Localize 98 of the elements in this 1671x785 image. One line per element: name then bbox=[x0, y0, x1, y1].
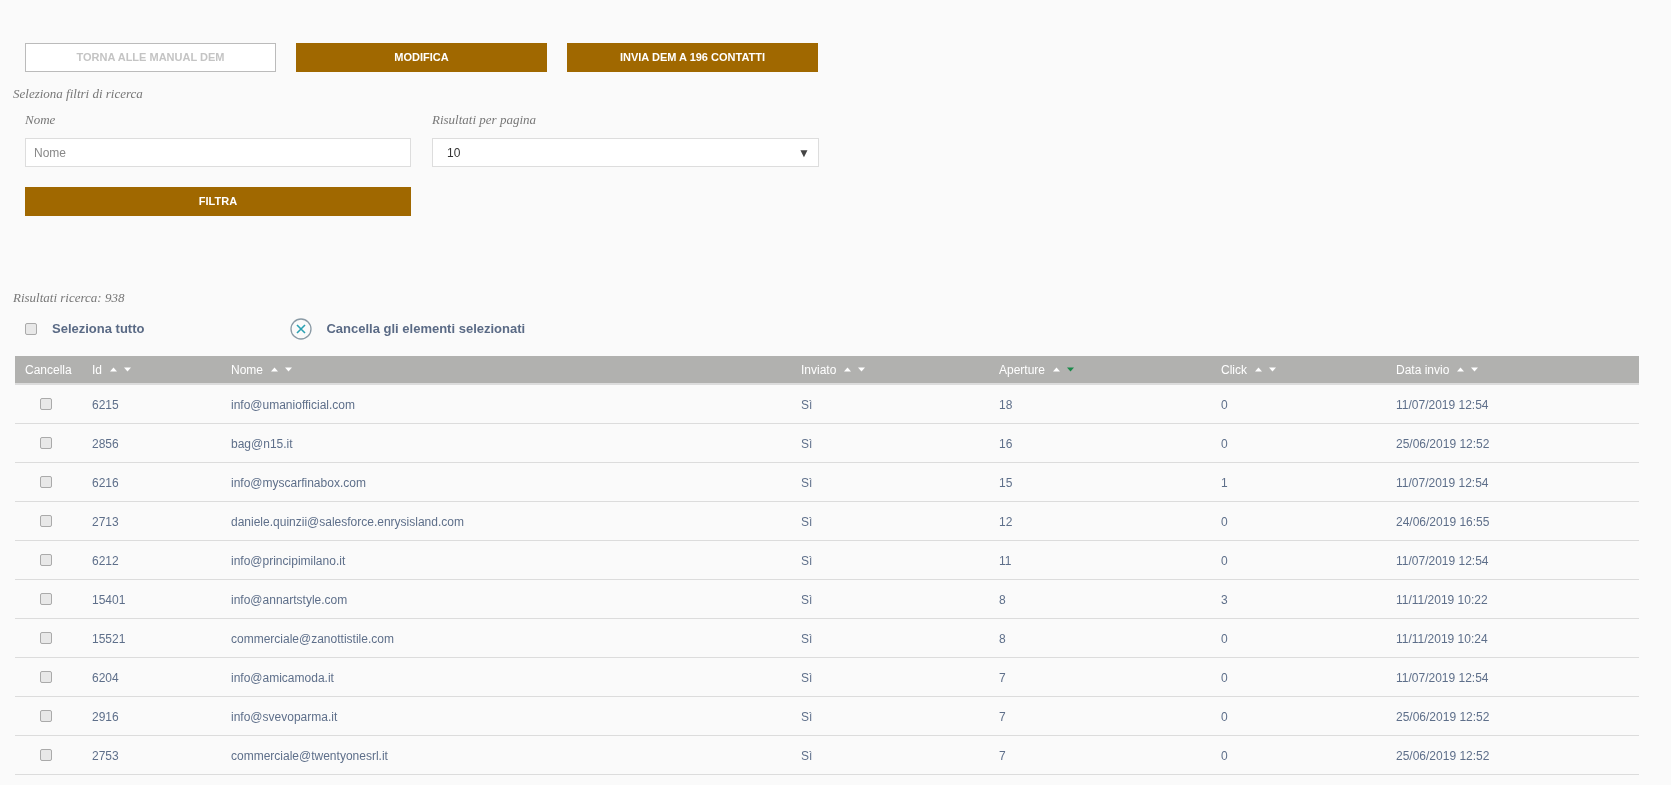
table-cell: 2916 bbox=[92, 710, 119, 724]
row-checkbox[interactable] bbox=[40, 710, 52, 722]
table-cell: 7 bbox=[999, 749, 1006, 763]
table-cell: Sì bbox=[801, 671, 813, 685]
table-cell: Sì bbox=[801, 398, 813, 412]
table-cell: 18 bbox=[999, 398, 1013, 412]
table-cell: Sì bbox=[801, 632, 813, 646]
table-cell: 0 bbox=[1221, 632, 1228, 646]
table-cell: info@amicamoda.it bbox=[231, 671, 334, 685]
table-cell: 1 bbox=[1221, 476, 1228, 490]
table-cell: 7 bbox=[999, 671, 1006, 685]
dropdown-arrow-icon: ▼ bbox=[798, 143, 810, 162]
filter-button[interactable]: FILTRA bbox=[25, 187, 411, 216]
results-count: Risultati ricerca: 938 bbox=[13, 289, 126, 306]
table-cell: 0 bbox=[1221, 710, 1228, 724]
table-cell: 0 bbox=[1221, 515, 1228, 529]
table-cell: info@myscarfinabox.com bbox=[231, 476, 366, 490]
sort-arrows-icon[interactable] bbox=[271, 367, 293, 372]
row-checkbox[interactable] bbox=[40, 515, 52, 527]
table-cell: info@annartstyle.com bbox=[231, 593, 348, 607]
table-cell: 16 bbox=[999, 437, 1013, 451]
table-cell: info@svevoparma.it bbox=[231, 710, 338, 724]
filters-title: Seleziona filtri di ricerca bbox=[13, 85, 144, 102]
table-cell: 8 bbox=[999, 632, 1006, 646]
column-header[interactable]: Inviato bbox=[801, 360, 837, 379]
table-cell: 0 bbox=[1221, 398, 1228, 412]
table-cell: 15521 bbox=[92, 632, 126, 646]
row-checkbox[interactable] bbox=[40, 554, 52, 566]
table-cell: 11/11/2019 10:24 bbox=[1396, 632, 1488, 646]
table-cell: 6216 bbox=[92, 476, 119, 490]
close-circle-icon[interactable] bbox=[290, 318, 313, 340]
table-cell: info@principimilano.it bbox=[231, 554, 346, 568]
column-header[interactable]: Data invio bbox=[1396, 360, 1450, 379]
column-header[interactable]: Id bbox=[92, 360, 102, 379]
delete-selected-link[interactable]: Cancella gli elementi selezionati bbox=[326, 319, 526, 339]
column-header[interactable]: Aperture bbox=[999, 360, 1046, 379]
table-cell: Sì bbox=[801, 515, 813, 529]
table-cell: 11/11/2019 10:22 bbox=[1396, 593, 1488, 607]
table-cell: 0 bbox=[1221, 437, 1228, 451]
table-cell: commerciale@zanottistile.com bbox=[231, 632, 394, 646]
table-cell: 11 bbox=[999, 554, 1012, 568]
table-cell: 15 bbox=[999, 476, 1013, 490]
table-cell: Sì bbox=[801, 476, 813, 490]
sort-arrows-icon[interactable] bbox=[1457, 367, 1480, 372]
row-checkbox[interactable] bbox=[40, 671, 52, 683]
row-checkbox[interactable] bbox=[40, 437, 52, 449]
table-cell: 25/06/2019 12:52 bbox=[1396, 437, 1490, 451]
select-all-checkbox[interactable] bbox=[25, 323, 37, 335]
back-button[interactable]: TORNA ALLE MANUAL DEM bbox=[25, 43, 276, 72]
table-cell: 15401 bbox=[92, 593, 126, 607]
table-cell: bag@n15.it bbox=[231, 437, 293, 451]
table-cell: 6204 bbox=[92, 671, 119, 685]
table-cell: 11/07/2019 12:54 bbox=[1396, 398, 1489, 412]
sort-arrows-icon[interactable] bbox=[1255, 367, 1277, 372]
action-button[interactable]: MODIFICA bbox=[296, 43, 547, 72]
table-cell: Sì bbox=[801, 710, 813, 724]
table-cell: Sì bbox=[801, 593, 813, 607]
table-cell: 0 bbox=[1221, 749, 1228, 763]
table-cell: commerciale@twentyonesrl.it bbox=[231, 749, 388, 763]
row-checkbox[interactable] bbox=[40, 398, 52, 410]
row-checkbox[interactable] bbox=[40, 476, 52, 488]
column-header[interactable]: Click bbox=[1221, 360, 1247, 379]
select-all-label[interactable]: Seleziona tutto bbox=[52, 319, 145, 339]
row-checkbox[interactable] bbox=[40, 593, 52, 605]
sort-arrows-icon[interactable] bbox=[1053, 367, 1076, 372]
table-cell: 0 bbox=[1221, 671, 1228, 685]
row-checkbox[interactable] bbox=[40, 632, 52, 644]
table-cell: info@umaniofficial.com bbox=[231, 398, 355, 412]
table-cell: 6212 bbox=[92, 554, 119, 568]
table-cell: Sì bbox=[801, 437, 813, 451]
results-per-page-dropdown[interactable]: 10 ▼ bbox=[432, 138, 819, 167]
table-cell: 2856 bbox=[92, 437, 119, 451]
table-cell: 11/07/2019 12:54 bbox=[1396, 476, 1489, 490]
table-cell: 11/07/2019 12:54 bbox=[1396, 671, 1489, 685]
name-input-field[interactable]: Nome bbox=[25, 138, 411, 167]
table-cell: 2713 bbox=[92, 515, 119, 529]
sort-arrows-icon[interactable] bbox=[110, 367, 132, 372]
column-header[interactable]: Nome bbox=[231, 360, 263, 379]
field-label: Risultati per pagina bbox=[432, 111, 537, 128]
table-cell: 8 bbox=[999, 593, 1006, 607]
table-cell: 24/06/2019 16:55 bbox=[1396, 515, 1490, 529]
table-cell: 25/06/2019 12:52 bbox=[1396, 710, 1490, 724]
table-cell: 2753 bbox=[92, 749, 119, 763]
sort-arrows-icon[interactable] bbox=[844, 367, 867, 372]
table-cell: 7 bbox=[999, 710, 1006, 724]
table-cell: Sì bbox=[801, 554, 813, 568]
action-button[interactable]: INVIA DEM A 196 CONTATTI bbox=[567, 43, 818, 72]
field-label: Nome bbox=[25, 111, 57, 128]
column-header: Cancella bbox=[25, 361, 72, 379]
table-cell: 3 bbox=[1221, 593, 1228, 607]
table-cell: Sì bbox=[801, 749, 813, 763]
table-cell: daniele.quinzii@salesforce.enrysisland.com bbox=[231, 515, 464, 529]
table-cell: 25/06/2019 12:52 bbox=[1396, 749, 1490, 763]
table-cell: 0 bbox=[1221, 554, 1228, 568]
table-cell: 11/07/2019 12:54 bbox=[1396, 554, 1489, 568]
table-cell: 6215 bbox=[92, 398, 119, 412]
row-checkbox[interactable] bbox=[40, 749, 52, 761]
table-cell: 12 bbox=[999, 515, 1013, 529]
